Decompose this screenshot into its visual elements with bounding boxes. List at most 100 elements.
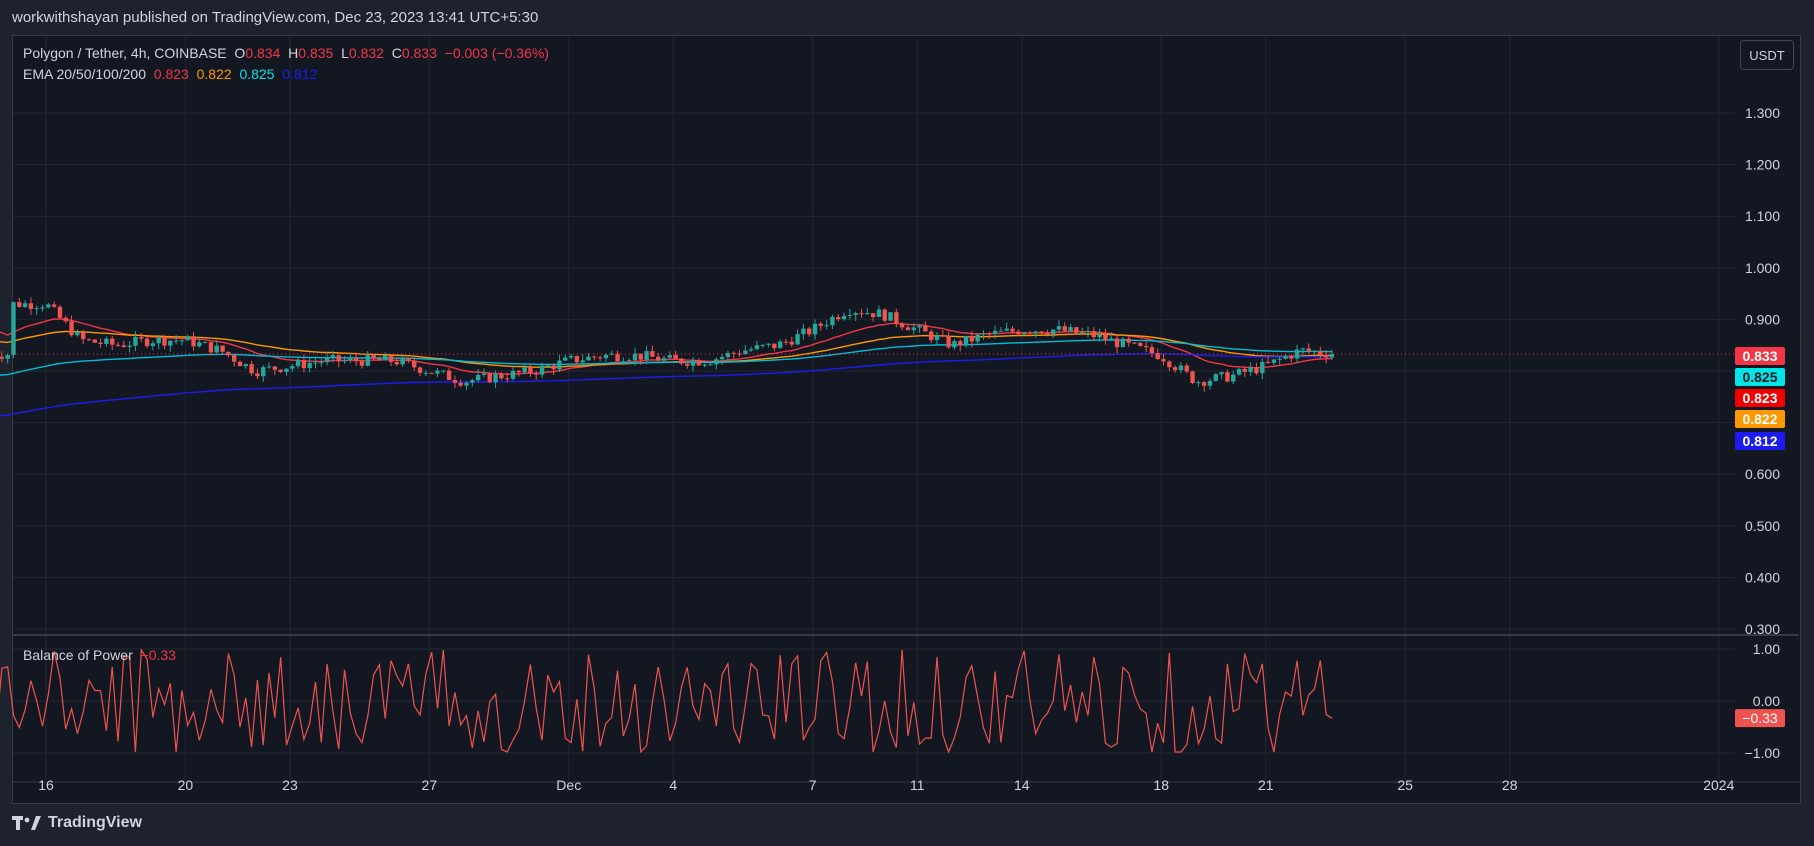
candle-body [679,358,684,364]
candle-body [255,373,260,377]
candle-body [1242,368,1248,372]
candle-body [1109,338,1114,341]
price-tick-label: 1.000 [1745,260,1780,276]
candle-body [696,360,702,366]
candle-body [981,333,986,335]
candle-body [655,356,661,361]
time-tick-label: 7 [809,777,817,793]
candle-body [1190,371,1195,384]
candle-body [261,367,266,377]
candle-body [51,304,57,307]
candle-body [899,323,905,328]
candle-body [940,335,946,337]
candle-body [963,335,969,346]
price-badge-label: 0.822 [1742,411,1777,427]
candle-body [1056,326,1062,330]
candle-body [0,356,5,359]
candle-body [969,335,975,342]
candle-body [592,356,597,358]
ema200-value: 0.812 [282,66,318,82]
candle-body [295,360,301,367]
bop-tick-label: 0.00 [1753,693,1780,709]
bop-value: −0.33 [140,647,176,663]
candle-body [1323,354,1329,358]
candle-body [336,355,341,362]
tradingview-brand[interactable]: TradingView [12,814,142,832]
open-label: O [234,45,246,61]
candle-body [150,343,156,346]
candle-body [313,362,318,364]
candle-body [534,373,539,375]
candle-body [1045,333,1050,335]
candle-body [876,309,882,318]
candle-body [789,341,794,345]
time-tick-label: Dec [556,777,581,793]
candle-body [1260,361,1265,374]
candle-body [214,345,219,353]
candle-body [987,333,992,335]
candle-body [481,373,487,375]
time-tick-label: 18 [1153,777,1169,793]
candle-body [1207,380,1213,386]
candle-body [1236,368,1242,375]
candle-body [1231,374,1236,382]
price-badge-label: 0.812 [1742,433,1777,449]
candle-body [975,334,980,342]
candle-body [40,307,45,309]
open-value: 0.834 [245,45,281,61]
candle-body [22,303,28,307]
close-value: 0.833 [401,45,437,61]
candle-body [882,309,887,321]
candle-body [278,369,283,372]
candle-body [307,362,312,369]
candle-body [412,361,417,368]
symbol-name: Polygon / Tether, 4h, COINBASE [23,45,227,61]
candle-body [597,357,603,359]
candle-body [795,334,800,345]
time-tick-label: 14 [1014,777,1030,793]
candle-body [777,341,783,349]
candle-body [952,341,957,348]
candle-body [144,338,150,346]
candle-body [905,327,911,331]
time-tick-label: 2024 [1703,777,1734,793]
candle-body [528,367,533,374]
candle-body [1172,367,1178,371]
candle-body [197,342,202,347]
candle-body [324,357,330,363]
candle-body [923,325,928,332]
candle-body [110,338,115,345]
candle-body [1138,342,1143,346]
candle-body [673,355,678,359]
candle-body [202,342,208,344]
candle-body [162,337,167,346]
ema-legend: EMA 20/50/100/200 0.823 0.822 0.825 0.81… [23,66,317,82]
candle-body [812,323,818,335]
price-chart[interactable]: 1.300 1.200 1.100 1.000 0.900 0.600 0.500 0.400… [0,0,1814,846]
candle-body [522,367,527,373]
candle-body [17,302,22,307]
candle-body [394,361,400,365]
candle-body [1033,331,1038,334]
candle-body [504,378,510,380]
candle-body [563,357,568,361]
time-tick-label: 23 [282,777,298,793]
candle-body [1050,329,1056,335]
candle-body [86,339,92,341]
price-badge-label: 0.825 [1742,369,1777,385]
candle-body [1027,332,1033,334]
candle-body [1097,334,1102,338]
currency-button[interactable]: USDT [1740,40,1794,70]
tradingview-logo-icon [12,816,41,830]
candle-body [545,365,551,367]
bop-label: Balance of Power [23,647,133,663]
candle-body [818,323,824,326]
candle-body [621,361,626,363]
candle-body [104,338,109,344]
candle-body [301,360,307,369]
candle-body [539,365,545,375]
candle-body [377,358,382,361]
candle-body [1277,358,1282,360]
candle-body [865,313,870,315]
candle-body [359,361,365,366]
